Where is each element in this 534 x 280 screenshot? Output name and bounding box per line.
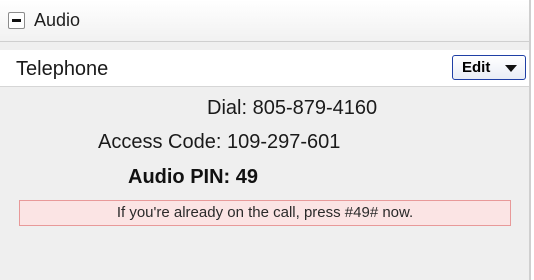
- edit-button-label: Edit: [462, 59, 491, 76]
- audio-panel: Audio Telephone Edit Dial: 805-879-4160 …: [0, 0, 531, 280]
- audio-pin-row: Audio PIN: 49: [128, 165, 258, 189]
- access-code-row: Access Code: 109-297-601: [98, 130, 340, 154]
- caret-down-icon: [505, 65, 517, 72]
- section-title: Audio: [34, 10, 81, 30]
- audio-pin-label: Audio PIN:: [128, 166, 231, 188]
- section-header[interactable]: Audio: [0, 0, 529, 42]
- edit-button[interactable]: Edit: [452, 55, 526, 80]
- audio-pin-value: 49: [235, 166, 259, 188]
- dial-label: Dial:: [207, 97, 248, 119]
- minus-icon[interactable]: [8, 12, 25, 29]
- audio-mode-bar: Telephone Edit: [0, 50, 529, 87]
- dial-row: Dial: 805-879-4160: [207, 96, 377, 120]
- access-code-label: Access Code:: [98, 131, 222, 153]
- access-code-value: 109-297-601: [226, 131, 341, 153]
- pin-notice: If you're already on the call, press #49…: [19, 200, 511, 226]
- audio-mode-label: Telephone: [16, 58, 109, 80]
- dial-number: 805-879-4160: [252, 97, 378, 119]
